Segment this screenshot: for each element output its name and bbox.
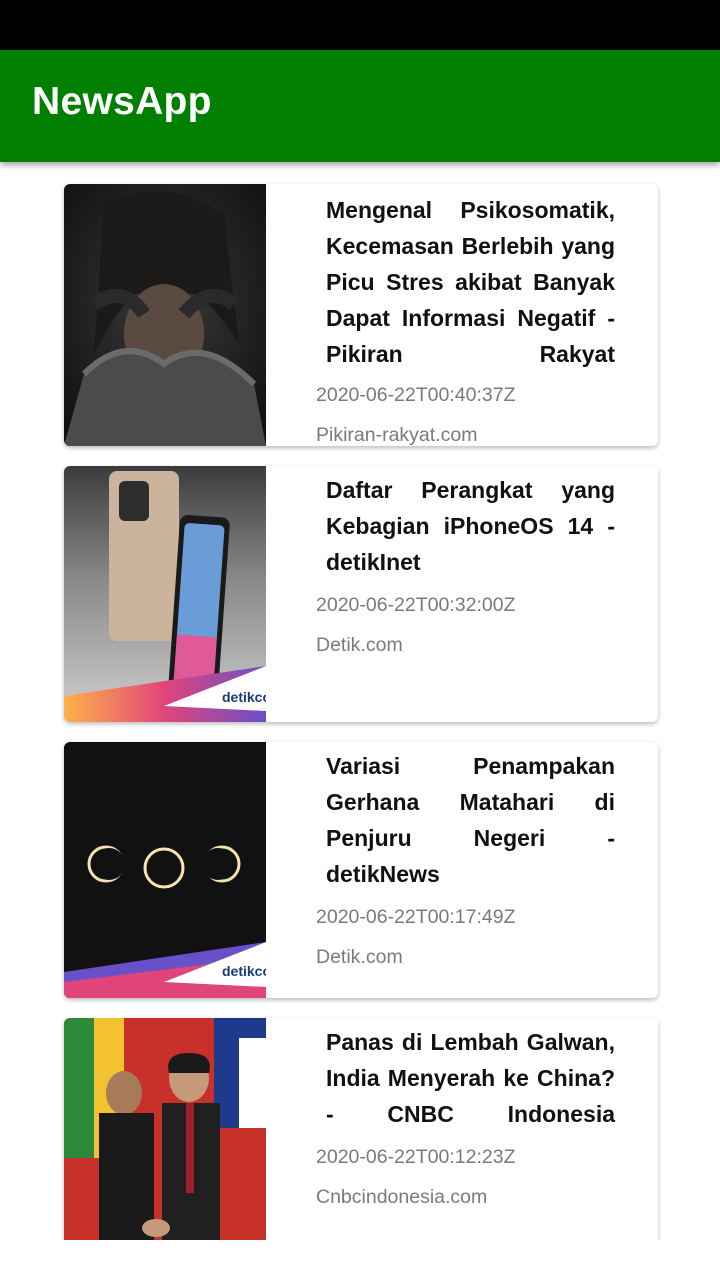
svg-text:detikcom: detikcom: [222, 689, 266, 705]
iphones-image: detikcom: [64, 466, 266, 722]
svg-text:detikcom: detikcom: [222, 963, 266, 979]
article-title: Mengenal Psikosomatik, Kecemasan Berlebi…: [326, 197, 615, 367]
article-date: 2020-06-22T00:40:37Z: [316, 384, 516, 406]
news-list[interactable]: Mengenal Psikosomatik, Kecemasan Berlebi…: [0, 162, 720, 1240]
article-date: 2020-06-22T00:17:49Z: [316, 906, 516, 928]
article-title: Panas di Lembah Galwan, India Menyerah k…: [326, 1029, 615, 1127]
news-card[interactable]: detikcom Variasi Penampakan Gerhana Mata…: [64, 742, 658, 998]
news-card[interactable]: detikcom Daftar Perangkat yang Kebagian …: [64, 466, 658, 722]
leaders-handshake-image: [64, 1018, 266, 1240]
article-date: 2020-06-22T00:32:00Z: [316, 594, 516, 616]
article-title: Variasi Penampakan Gerhana Matahari di P…: [326, 753, 615, 887]
news-card[interactable]: Mengenal Psikosomatik, Kecemasan Berlebi…: [64, 184, 658, 446]
article-source: Cnbcindonesia.com: [316, 1186, 488, 1208]
article-source: Pikiran-rakyat.com: [316, 424, 478, 446]
article-source: Detik.com: [316, 946, 403, 968]
article-title: Daftar Perangkat yang Kebagian iPhoneOS …: [326, 477, 615, 575]
stressed-woman-image: [64, 184, 266, 446]
article-date: 2020-06-22T00:12:23Z: [316, 1146, 516, 1168]
status-bar: [0, 0, 720, 50]
news-card[interactable]: Panas di Lembah Galwan, India Menyerah k…: [64, 1018, 658, 1240]
solar-eclipse-image: detikcom: [64, 742, 266, 998]
app-bar: NewsApp: [0, 50, 720, 162]
app-title: NewsApp: [32, 80, 212, 123]
article-source: Detik.com: [316, 634, 403, 656]
